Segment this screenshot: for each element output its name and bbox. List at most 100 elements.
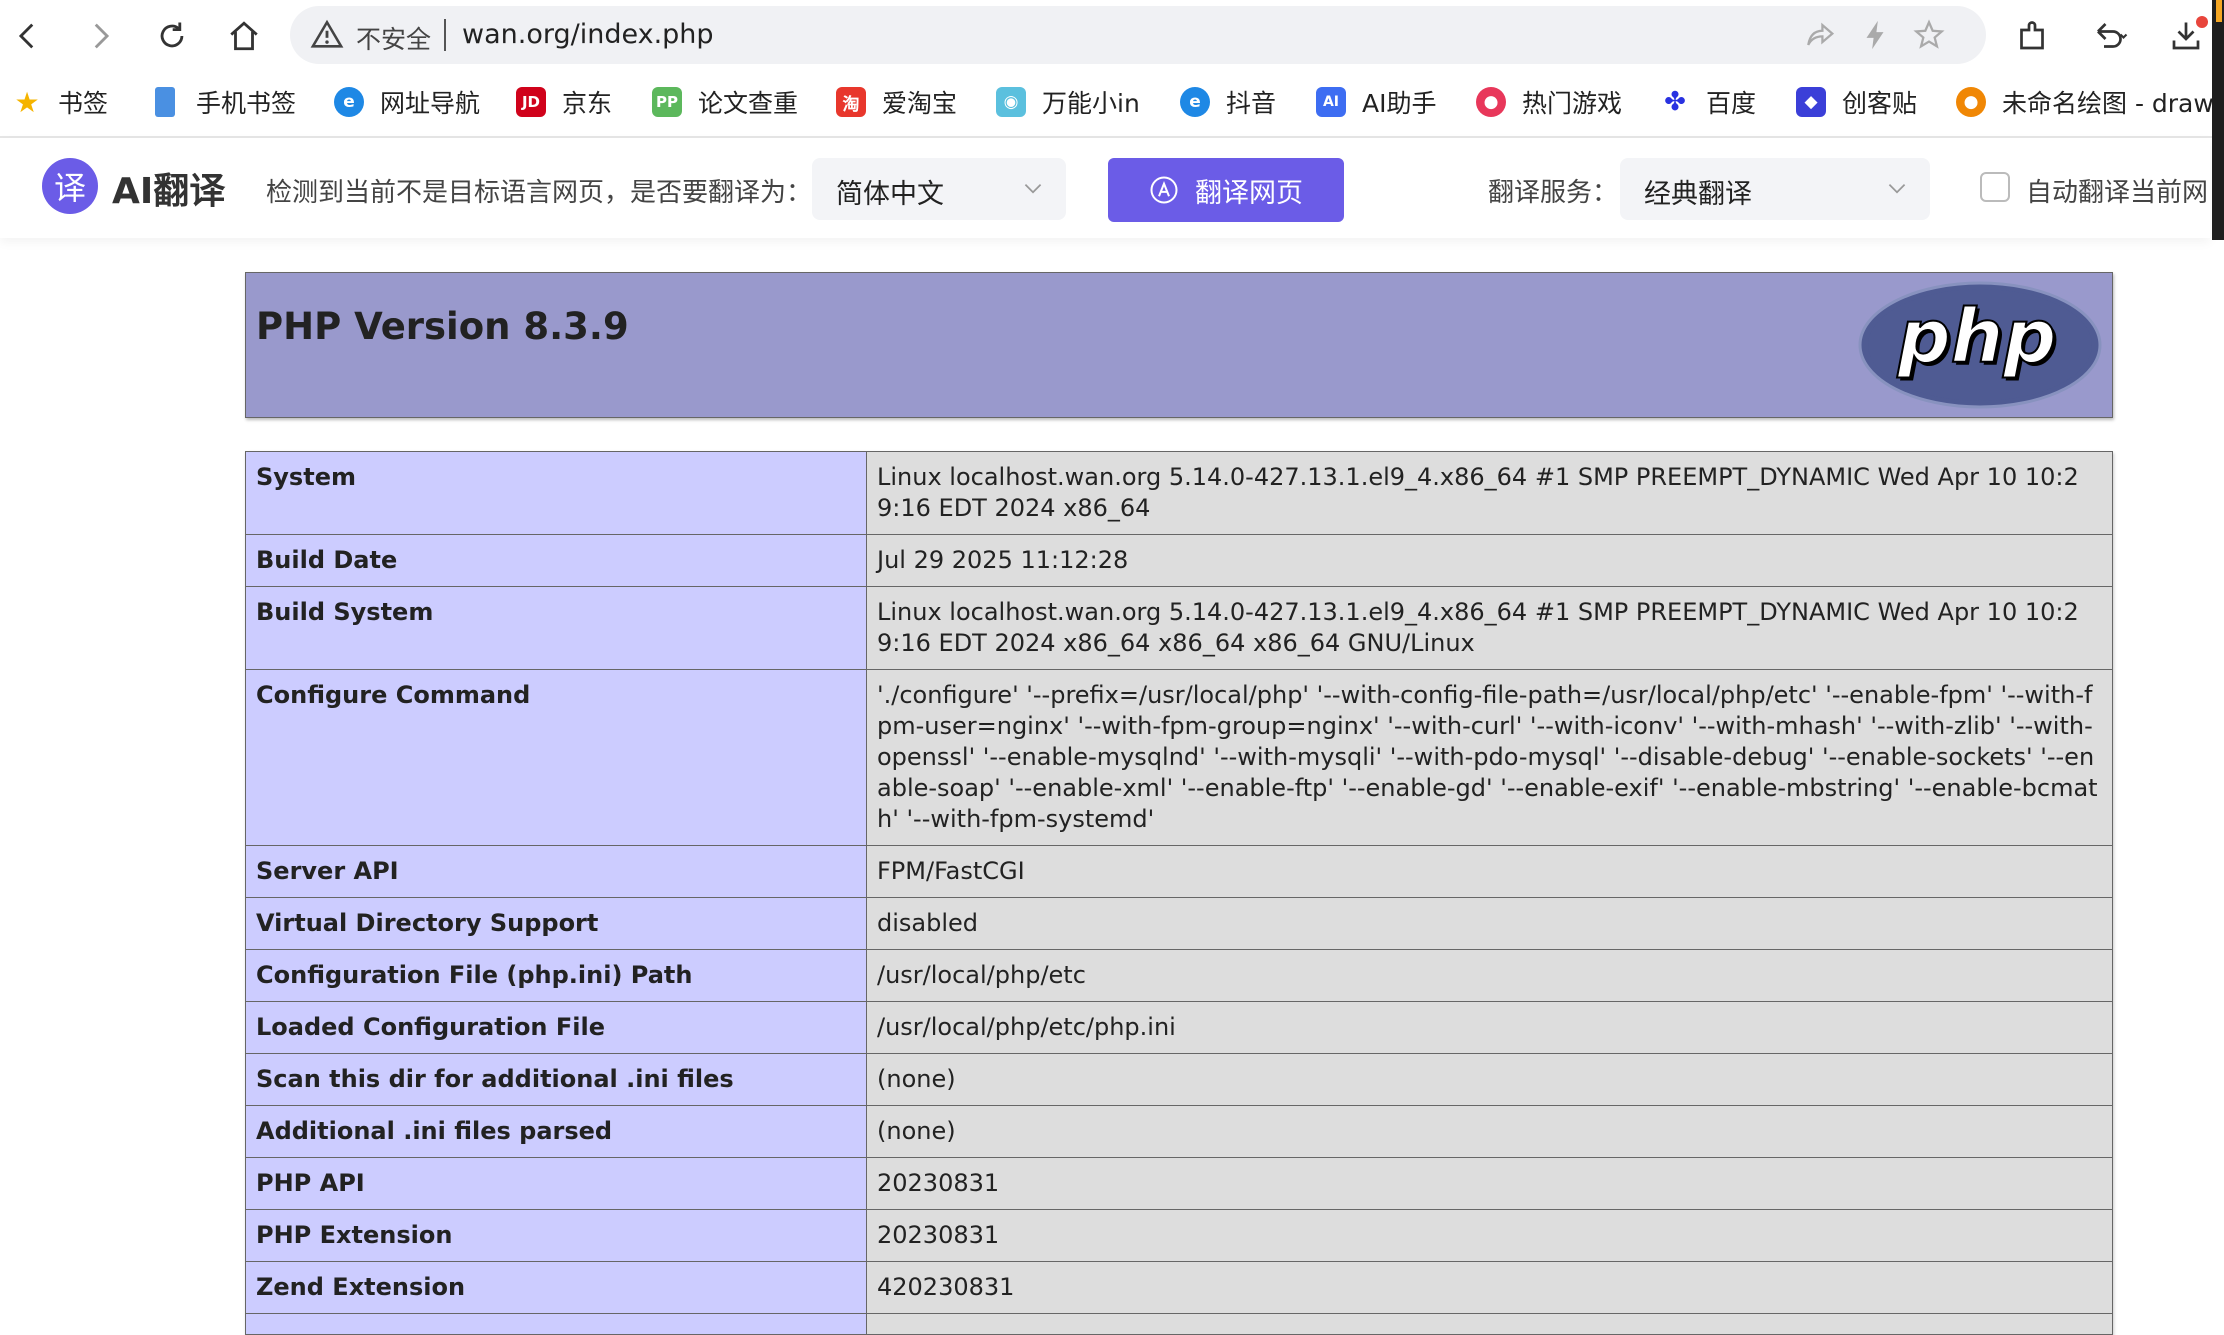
row-value: 20230831	[866, 1157, 2113, 1210]
php-logo[interactable]: php php	[1858, 281, 2102, 409]
table-row: System Linux localhost.wan.org 5.14.0-427…	[245, 451, 2113, 535]
cube-icon: ◆	[1796, 87, 1826, 117]
game-icon: ●	[1476, 87, 1506, 117]
phone-icon	[155, 87, 175, 117]
url-text[interactable]: wan.org/index.php	[462, 19, 714, 50]
row-key: Configure Command	[245, 669, 867, 846]
bookmark-item[interactable]: ◉ 万能小in	[996, 80, 1140, 124]
bolt-icon[interactable]	[1858, 18, 1892, 52]
row-key: Server API	[245, 845, 867, 898]
star-icon[interactable]	[1912, 18, 1946, 52]
row-key: Configuration File (php.ini) Path	[245, 949, 867, 1002]
bookmark-item[interactable]: ● 热门游戏	[1476, 80, 1622, 124]
bookmark-label: 百度	[1706, 89, 1757, 118]
scrollbar[interactable]	[2212, 0, 2224, 240]
table-row: PHP API 20230831	[245, 1157, 2113, 1210]
translate-service-select[interactable]: 经典翻译	[1620, 158, 1930, 220]
auto-translate-label[interactable]: 自动翻译当前网	[2026, 172, 2208, 209]
insecure-label[interactable]: 不安全	[356, 20, 431, 56]
row-key	[245, 1313, 867, 1335]
history-back-icon	[2097, 23, 2128, 48]
bookmark-item[interactable]: 手机书签	[150, 80, 296, 124]
table-row: Configure Command './configure' '--prefix…	[245, 669, 2113, 846]
table-row: Build System Linux localhost.wan.org 5.14…	[245, 586, 2113, 670]
table-row: Zend Extension 420230831	[245, 1261, 2113, 1314]
share-icon[interactable]	[1804, 18, 1838, 52]
back-arrow-icon	[18, 23, 34, 49]
php-info-body: System Linux localhost.wan.org 5.14.0-427…	[245, 451, 2113, 1335]
bookmarks-bar: ★ 书签 手机书签 e 网址导航 JD 京东 PP 论文查重 淘 爱淘宝 ◉ 万…	[0, 80, 2224, 124]
php-logo-text: php	[1897, 294, 2057, 380]
row-value: './configure' '--prefix=/usr/local/php' …	[866, 669, 2113, 846]
table-row: Loaded Configuration File/usr/local/php/…	[245, 1001, 2113, 1054]
translate-bar: 译 AI翻译 检测到当前不是目标语言网页，是否要翻译为： 简体中文 翻译网页 翻…	[0, 138, 2210, 238]
translate-a-icon	[1150, 176, 1178, 204]
bookmark-label: 创客贴	[1842, 89, 1918, 118]
reload-icon	[160, 22, 184, 48]
row-key: Scan this dir for additional .ini files	[245, 1053, 867, 1106]
home-button[interactable]	[218, 10, 270, 62]
table-row: Virtual Directory Support disabled	[245, 897, 2113, 950]
bookmark-label: 网址导航	[380, 89, 481, 118]
bookmark-item[interactable]: 淘 爱淘宝	[836, 80, 957, 124]
row-value: (none)	[866, 1053, 2113, 1106]
translate-page-label: 翻译网页	[1195, 177, 1303, 209]
row-key: PHP API	[245, 1157, 867, 1210]
bookmark-item[interactable]: ◆ 创客贴	[1796, 80, 1917, 124]
chevron-down-icon	[1024, 184, 1042, 194]
robot-icon: ◉	[996, 87, 1026, 117]
bookmark-item[interactable]: ✤ 百度	[1660, 80, 1756, 124]
scrollbar-marker	[2216, 0, 2222, 22]
row-key: Additional .ini files parsed	[245, 1105, 867, 1158]
e-icon: e	[1180, 87, 1210, 117]
bookmark-item[interactable]: JD 京东	[516, 80, 612, 124]
home-icon	[230, 21, 258, 51]
target-language-select[interactable]: 简体中文	[812, 158, 1066, 220]
address-bar[interactable]: 不安全 wan.org/index.php	[290, 6, 1986, 64]
row-value: /usr/local/php/etc/php.ini	[866, 1001, 2113, 1054]
browser-toolbar: 不安全 wan.org/index.php	[0, 0, 2224, 72]
reload-button[interactable]	[146, 10, 198, 62]
bookmark-item[interactable]: ● 未命名绘图 - draw.	[1956, 80, 2219, 124]
table-row: PHP Extension 20230831	[245, 1209, 2113, 1262]
bookmark-label: 书签	[58, 89, 109, 118]
back-button[interactable]	[2, 10, 54, 62]
bookmark-label: 未命名绘图 - draw.	[2002, 89, 2220, 118]
service-label: 翻译服务：	[1488, 178, 1619, 208]
translate-service-value: 经典翻译	[1644, 179, 1752, 210]
table-row: Build Date Jul 29 2025 11:12:28	[245, 534, 2113, 587]
bookmark-item[interactable]: PP 论文查重	[652, 80, 798, 124]
translate-logo-icon: 译	[42, 158, 98, 214]
row-value: 20230831	[866, 1209, 2113, 1262]
download-button[interactable]	[2160, 10, 2212, 62]
table-row: Scan this dir for additional .ini files(…	[245, 1053, 2113, 1106]
row-value: /usr/local/php/etc	[866, 949, 2113, 1002]
bookmark-item[interactable]: e 网址导航	[334, 80, 480, 124]
table-row	[245, 1313, 2113, 1335]
e-icon: e	[334, 87, 364, 117]
extensions-button[interactable]	[2006, 10, 2058, 62]
history-button[interactable]	[2084, 10, 2136, 62]
table-row: Configuration File (php.ini) Path/usr/lo…	[245, 949, 2113, 1002]
php-version-header: PHP Version 8.3.9 php php	[245, 272, 2113, 418]
table-row: Server API FPM/FastCGI	[245, 845, 2113, 898]
bookmark-item[interactable]: AI AI助手	[1316, 80, 1436, 124]
chevron-down-icon	[1888, 184, 1906, 194]
star-icon: ★	[14, 85, 40, 119]
bookmark-label: 抖音	[1226, 89, 1277, 118]
translate-prompt: 检测到当前不是目标语言网页，是否要翻译为：	[266, 178, 813, 208]
bookmark-label: 京东	[562, 89, 613, 118]
translate-page-button[interactable]: 翻译网页	[1108, 158, 1344, 222]
bookmark-label: 爱淘宝	[882, 89, 958, 118]
row-value: Linux localhost.wan.org 5.14.0-427.13.1.…	[866, 586, 2113, 670]
row-value: disabled	[866, 897, 2113, 950]
row-value: Jul 29 2025 11:12:28	[866, 534, 2113, 587]
row-value	[866, 1313, 2113, 1335]
row-key: Build System	[245, 586, 867, 670]
warning-triangle-icon[interactable]	[310, 18, 344, 52]
forward-button[interactable]	[74, 10, 126, 62]
bookmark-item[interactable]: ★ 书签	[12, 80, 108, 124]
row-value: 420230831	[866, 1261, 2113, 1314]
bookmark-item[interactable]: e 抖音	[1180, 80, 1276, 124]
auto-translate-checkbox[interactable]	[1980, 172, 2010, 202]
